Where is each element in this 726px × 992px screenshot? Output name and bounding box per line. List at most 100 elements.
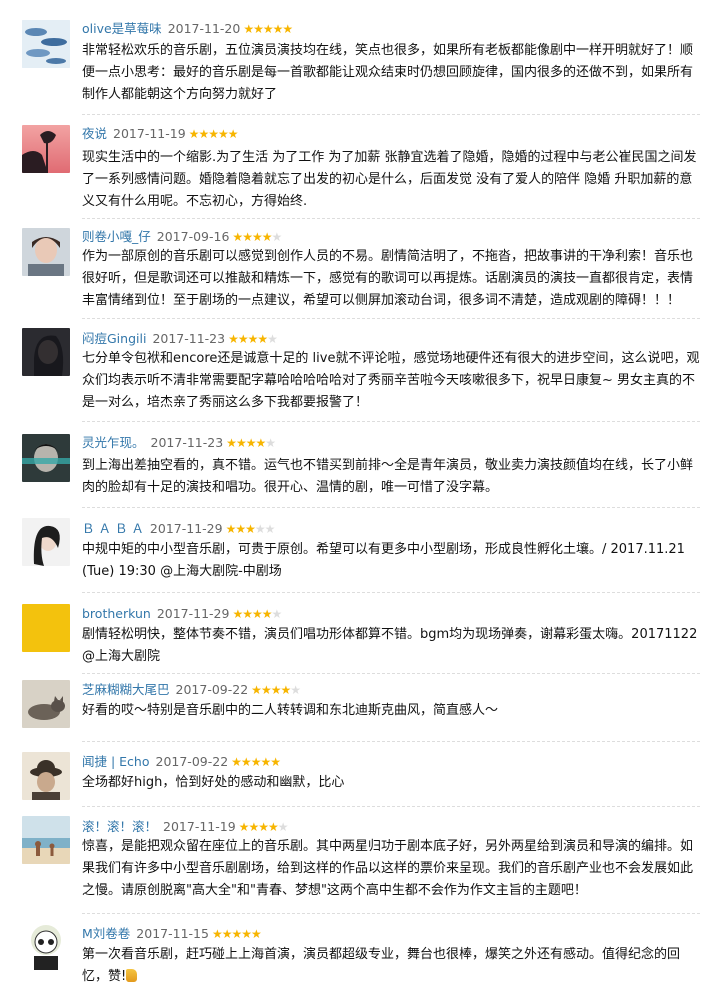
avatar-portrait-image — [22, 228, 70, 276]
avatar[interactable] — [22, 228, 70, 276]
star-icon: ★ — [242, 607, 253, 621]
star-icon: ★ — [232, 607, 243, 621]
avatar-fish-image — [22, 20, 70, 68]
author-link[interactable]: 灵光乍现。 — [82, 435, 145, 450]
divider — [82, 114, 700, 115]
avatar[interactable] — [22, 125, 70, 173]
star-icon: ★ — [198, 127, 209, 141]
review-text: 七分单令包袱和encore还是诚意十足的 live就不评论啦，感觉场地硬件还有很… — [82, 351, 700, 410]
avatar[interactable] — [22, 816, 70, 864]
avatar[interactable] — [22, 434, 70, 482]
author-link[interactable]: M刘卷卷 — [82, 926, 130, 941]
star-icon: ★ — [228, 332, 239, 346]
avatar[interactable] — [22, 518, 70, 566]
star-icon: ★ — [254, 522, 266, 536]
star-icon: ★ — [225, 522, 237, 536]
divider — [82, 507, 700, 508]
avatar[interactable] — [22, 680, 70, 728]
avatar-cartoon-image — [22, 922, 70, 970]
star-icon: ★ — [217, 127, 229, 141]
author-link[interactable]: 闷痘Gingili — [82, 331, 146, 346]
star-icon: ★ — [261, 607, 273, 621]
review-date: 2017-11-23 — [152, 331, 226, 346]
review-date: 2017-09-16 — [156, 229, 230, 244]
avatar-cat-image — [22, 680, 70, 728]
star-icon: ★ — [237, 332, 249, 346]
avatar-hat-image — [22, 752, 70, 800]
review-text: 剧情轻松明快，整体节奏不错，演员们唱功形体都算不错。bgm均为现场弹奏，谢幕彩蛋… — [82, 627, 698, 664]
review-date: 2017-11-19 — [163, 819, 236, 834]
star-icon: ★ — [260, 683, 272, 697]
avatar-beach-image — [22, 816, 70, 864]
author-link[interactable]: 夜说 — [82, 126, 107, 141]
star-icon: ★ — [227, 127, 239, 141]
review-meta: 夜说 2017-11-19 ★★★★★ — [82, 125, 238, 143]
author-link[interactable]: olive是草莓味 — [82, 21, 162, 36]
avatar-yellow-block — [22, 604, 70, 652]
star-icon: ★ — [241, 927, 252, 941]
star-icon: ★ — [211, 927, 223, 941]
star-icon: ★ — [251, 927, 262, 941]
rating-stars: ★★★★★ — [239, 818, 289, 836]
review-meta: olive是草莓味 2017-11-20 ★★★★★ — [82, 20, 293, 38]
avatar[interactable] — [22, 922, 70, 970]
review-meta: 闷痘Gingili 2017-11-23 ★★★★★ — [82, 330, 278, 348]
review-meta: 芝麻糊糊大尾巴 2017-09-22 ★★★★★ — [82, 681, 301, 699]
star-icon: ★ — [188, 127, 200, 141]
star-icon: ★ — [243, 22, 254, 36]
review-text: 好看的哎～特别是音乐剧中的二人转转调和东北迪斯克曲风，简直感人～ — [82, 703, 499, 718]
review-text: 到上海出差抽空看的，真不错。运气也不错买到前排～全是青年演员，敬业卖力演技颜值均… — [82, 458, 694, 495]
star-icon: ★ — [231, 755, 242, 769]
author-link[interactable]: 则卷小嘎_仔 — [82, 229, 151, 244]
review-text: 中规中矩的中小型音乐剧，可贵于原创。希望可以有更多中小型剧场，形成良性孵化土壤。… — [82, 542, 685, 579]
review-text: 惊喜，是能把观众留在座位上的音乐剧。其中两星归功于剧本底子好，另外两星给到演员和… — [82, 839, 694, 898]
rating-stars: ★★★★★ — [226, 434, 276, 452]
star-icon: ★ — [235, 522, 246, 536]
avatar[interactable] — [22, 20, 70, 68]
avatar[interactable] — [22, 328, 70, 376]
author-link[interactable]: 闻捷 | Echo — [82, 754, 150, 769]
author-link[interactable]: brotherkun — [82, 606, 151, 621]
review-text: 现实生活中的一个缩影.为了生活 为了工作 为了加薪 张静宜选着了隐婚，隐婚的过程… — [82, 150, 697, 209]
avatar-girl-image — [22, 518, 70, 566]
rating-stars: ★★★★★ — [228, 330, 278, 348]
review-date: 2017-09-22 — [175, 682, 249, 697]
author-link[interactable]: 芝麻糊糊大尾巴 — [82, 682, 170, 697]
rating-stars: ★★★★★ — [232, 605, 282, 623]
star-icon: ★ — [251, 683, 262, 697]
rating-stars: ★★★★★ — [243, 20, 293, 38]
star-icon: ★ — [260, 755, 271, 769]
star-icon: ★ — [226, 436, 237, 450]
review-meta: Ｂ Ａ Ｂ Ａ 2017-11-29 ★★★★★ — [82, 520, 276, 538]
avatar-sunset-image — [22, 125, 70, 173]
star-icon: ★ — [282, 22, 293, 36]
star-icon: ★ — [252, 607, 263, 621]
rating-stars: ★★★★★ — [211, 925, 262, 943]
author-link[interactable]: 滚！滚！滚！ — [82, 819, 157, 834]
avatar[interactable] — [22, 604, 70, 652]
star-icon: ★ — [245, 522, 256, 536]
avatar-dark-portrait-image — [22, 328, 70, 376]
star-icon: ★ — [240, 755, 252, 769]
star-icon: ★ — [232, 230, 243, 244]
star-icon: ★ — [290, 683, 301, 697]
review-meta: M刘卷卷 2017-11-15 ★★★★★ — [82, 925, 262, 943]
author-link[interactable]: Ｂ Ａ Ｂ Ａ — [82, 521, 144, 536]
star-icon: ★ — [264, 522, 276, 536]
avatar[interactable] — [22, 752, 70, 800]
rating-stars: ★★★★★ — [232, 228, 282, 246]
avatar-dark-image — [22, 434, 70, 482]
star-icon: ★ — [271, 230, 282, 244]
review-date: 2017-11-29 — [149, 521, 223, 536]
star-icon: ★ — [272, 22, 284, 36]
star-icon: ★ — [231, 927, 242, 941]
star-icon: ★ — [265, 436, 276, 450]
star-icon: ★ — [253, 22, 264, 36]
star-icon: ★ — [257, 332, 268, 346]
review-date: 2017-11-29 — [156, 606, 230, 621]
review-meta: 滚！滚！滚！ 2017-11-19 ★★★★★ — [82, 818, 288, 836]
star-icon: ★ — [258, 820, 269, 834]
divider — [82, 673, 700, 674]
rating-stars: ★★★★★ — [188, 125, 239, 143]
star-icon: ★ — [247, 332, 259, 346]
